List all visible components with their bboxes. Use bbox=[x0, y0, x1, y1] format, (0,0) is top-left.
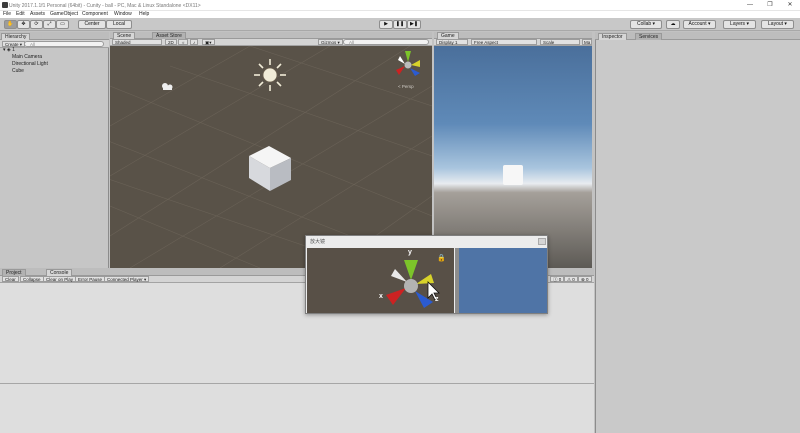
play-button[interactable]: ▶ bbox=[379, 20, 393, 29]
warning-count-value: 0 bbox=[572, 277, 575, 282]
hierarchy-item-directional-light[interactable]: Directional Light bbox=[12, 61, 48, 67]
cloud-icon[interactable]: ☁ bbox=[666, 20, 680, 29]
display-dropdown[interactable]: Display 1 bbox=[436, 39, 468, 45]
pivot-local-button[interactable]: Local bbox=[106, 20, 132, 29]
console-error-count[interactable]: ⊗ 0 bbox=[578, 276, 592, 282]
axis-y-label: y bbox=[408, 249, 412, 256]
game-cube bbox=[503, 165, 523, 185]
scene-orientation-gizmo[interactable] bbox=[396, 51, 420, 76]
menu-help[interactable]: Help bbox=[139, 11, 149, 18]
tab-game[interactable]: Game bbox=[437, 32, 459, 39]
menu-window[interactable]: Window bbox=[114, 11, 132, 18]
hierarchy-tabbar: Hierarchy bbox=[0, 32, 109, 40]
console-divider[interactable] bbox=[0, 383, 594, 384]
rect-tool-icon[interactable]: ▭ bbox=[56, 20, 69, 29]
menu-gameobject[interactable]: GameObject bbox=[50, 11, 78, 18]
scene-name-label: 1 bbox=[12, 47, 15, 53]
maximize-on-play-button[interactable]: Ma bbox=[582, 39, 592, 45]
tab-services[interactable]: Services bbox=[635, 33, 663, 40]
audio-toggle-icon[interactable]: ♪ bbox=[190, 39, 199, 45]
error-count-value: 0 bbox=[586, 277, 589, 282]
menu-component[interactable]: Component bbox=[82, 11, 108, 18]
menu-file[interactable]: File bbox=[3, 11, 11, 18]
minimize-button[interactable]: — bbox=[745, 2, 755, 9]
shading-dropdown[interactable]: Shaded bbox=[112, 39, 162, 45]
layout-dropdown[interactable]: Layout ▾ bbox=[761, 20, 794, 29]
inspector-tabbar: Inspector Services bbox=[595, 32, 800, 40]
aspect-dropdown[interactable]: Free Aspect bbox=[471, 39, 537, 45]
console-clear-on-play-button[interactable]: Clear on Play bbox=[43, 276, 77, 282]
sun-light-icon[interactable] bbox=[254, 59, 286, 91]
menu-bar: File Edit Assets GameObject Component Wi… bbox=[0, 11, 800, 18]
pause-button[interactable]: ❚❚ bbox=[393, 20, 407, 29]
magnified-scene-view: 🔒 y x z bbox=[307, 248, 454, 313]
hierarchy-item-cube[interactable]: Cube bbox=[12, 68, 24, 74]
magnifier-close-button[interactable] bbox=[538, 238, 546, 245]
tab-hierarchy[interactable]: Hierarchy bbox=[1, 33, 31, 40]
console-warning-count[interactable]: ⚠ 0 bbox=[564, 276, 578, 282]
layers-dropdown[interactable]: Layers ▾ bbox=[723, 20, 756, 29]
axis-z-label: z bbox=[435, 296, 439, 303]
magnified-gizmo bbox=[386, 260, 440, 308]
axis-x-label: x bbox=[379, 293, 383, 300]
log-count-value: 0 bbox=[558, 277, 562, 282]
tab-asset-store[interactable]: Asset Store bbox=[152, 32, 186, 39]
hierarchy-toolbar: Create ▾ All bbox=[0, 40, 109, 48]
magnified-game-view bbox=[459, 248, 547, 313]
hand-tool-icon[interactable]: ✋ bbox=[4, 20, 17, 29]
window-title: Unity 2017.1.1f1 Personal (64bit) - Cuni… bbox=[9, 3, 201, 9]
cube-object[interactable] bbox=[249, 146, 291, 191]
camera-icon[interactable] bbox=[162, 83, 173, 90]
step-button[interactable]: ▶❚ bbox=[407, 20, 421, 29]
main-toolbar: ✋ ✥ ⟳ ⤢ ▭ Center Local ▶ ❚❚ ▶❚ Collab ▾ … bbox=[0, 18, 800, 31]
move-tool-icon[interactable]: ✥ bbox=[17, 20, 30, 29]
collab-dropdown[interactable]: Collab ▾ bbox=[630, 20, 662, 29]
window-title-bar: Unity 2017.1.1f1 Personal (64bit) - Cuni… bbox=[0, 0, 800, 11]
menu-assets[interactable]: Assets bbox=[30, 11, 45, 18]
console-clear-button[interactable]: Clear bbox=[2, 276, 19, 282]
scale-tool-icon[interactable]: ⤢ bbox=[43, 20, 56, 29]
persp-label[interactable]: < Persp bbox=[398, 84, 414, 89]
2d-toggle[interactable]: 2D bbox=[165, 39, 177, 45]
lighting-toggle-icon[interactable]: ☼ bbox=[178, 39, 189, 45]
scene-search-input[interactable]: All bbox=[343, 39, 429, 45]
game-toolbar: Display 1 Free Aspect Scale Ma bbox=[434, 39, 592, 46]
account-dropdown[interactable]: Account ▾ bbox=[683, 20, 716, 29]
close-button[interactable]: ✕ bbox=[785, 2, 795, 9]
scale-slider[interactable]: Scale bbox=[540, 39, 580, 45]
hierarchy-panel: Hierarchy Create ▾ All ▾ ◈ 1 Main Camera… bbox=[0, 32, 109, 268]
console-collapse-button[interactable]: Collapse bbox=[20, 276, 44, 282]
effects-dropdown-icon[interactable]: ▣▾ bbox=[202, 39, 215, 45]
scene-tabbar: Scene Asset Store bbox=[110, 32, 432, 39]
pivot-center-button[interactable]: Center bbox=[78, 20, 106, 29]
console-log-count[interactable]: ⓘ 0 bbox=[550, 276, 565, 282]
scene-toolbar: Shaded 2D ☼ ♪ ▣▾ Gizmos ▾ All bbox=[110, 39, 432, 46]
game-tabbar: Game bbox=[434, 32, 592, 39]
maximize-button[interactable]: ❐ bbox=[765, 2, 775, 9]
tab-project[interactable]: Project bbox=[2, 269, 26, 276]
hierarchy-item-main-camera[interactable]: Main Camera bbox=[12, 54, 42, 60]
rotate-tool-icon[interactable]: ⟳ bbox=[30, 20, 43, 29]
unity-logo-icon bbox=[2, 2, 8, 8]
scene-root-item[interactable]: ▾ ◈ 1 bbox=[3, 47, 15, 53]
magnifier-window[interactable]: 放大镜 🔒 y x z bbox=[305, 235, 548, 314]
console-error-pause-button[interactable]: Error Pause bbox=[75, 276, 106, 282]
tab-scene[interactable]: Scene bbox=[113, 32, 136, 39]
tab-console[interactable]: Console bbox=[46, 269, 73, 276]
inspector-body bbox=[595, 40, 800, 433]
menu-edit[interactable]: Edit bbox=[16, 11, 25, 18]
gizmos-dropdown[interactable]: Gizmos ▾ bbox=[318, 39, 343, 45]
connected-player-dropdown[interactable]: Connected Player ▾ bbox=[104, 276, 150, 282]
tab-inspector[interactable]: Inspector bbox=[598, 33, 627, 40]
magnifier-title: 放大镜 bbox=[310, 239, 326, 245]
hierarchy-search-input[interactable]: All bbox=[24, 41, 104, 47]
